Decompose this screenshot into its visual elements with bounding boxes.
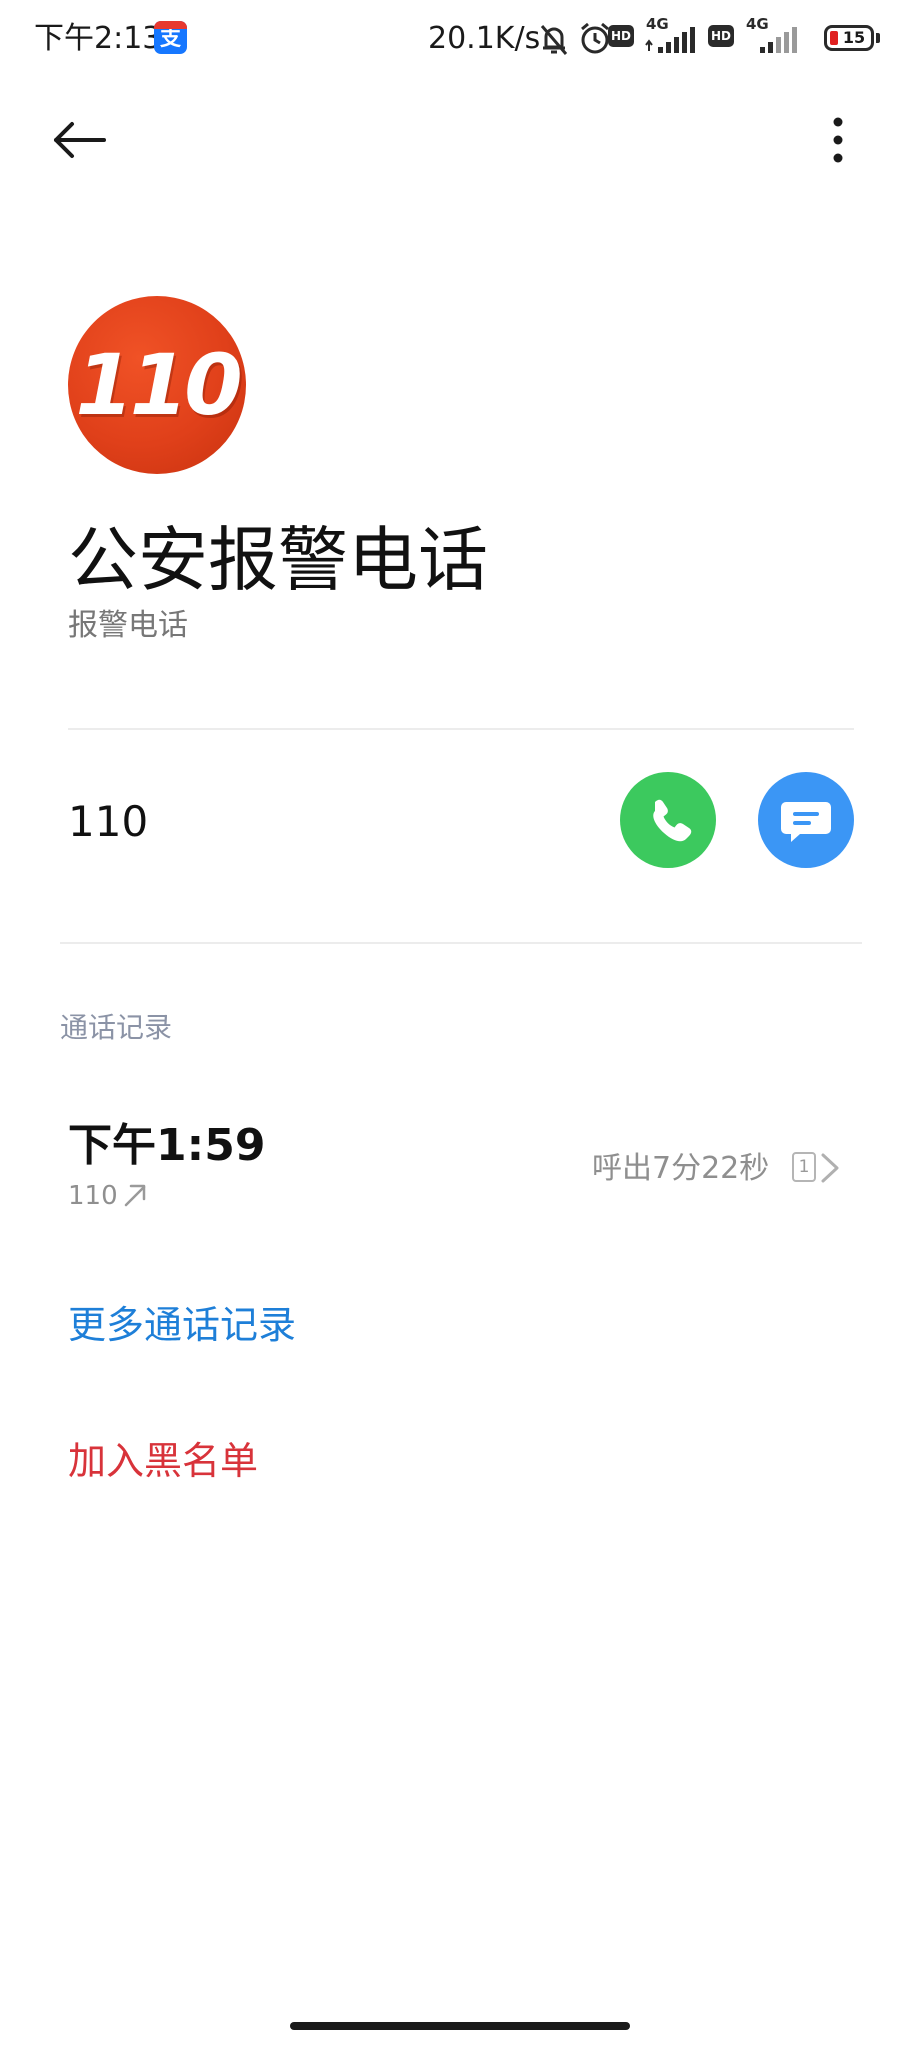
silent-bell-icon xyxy=(540,25,568,55)
message-icon xyxy=(781,802,831,842)
contact-label: 报警电话 xyxy=(68,608,188,643)
chevron-right-icon[interactable] xyxy=(818,1150,842,1186)
call-button[interactable] xyxy=(620,772,716,868)
call-log-title: 通话记录 xyxy=(60,1011,173,1044)
status-time: 下午2:13 xyxy=(34,21,162,56)
alarm-icon xyxy=(581,22,609,54)
phone-icon xyxy=(653,799,692,842)
signal-icon xyxy=(760,27,797,53)
more-vertical-icon[interactable] xyxy=(812,108,864,172)
log-time: 下午1:59 xyxy=(68,1120,266,1171)
hd-icon: HD xyxy=(608,25,634,47)
status-bar: 下午2:13 支 20.1K/s HD 4G HD 4G 15 xyxy=(0,0,921,78)
contact-name: 公安报警电话 xyxy=(68,519,488,601)
signal-icon xyxy=(645,27,695,53)
log-number: 110 xyxy=(68,1181,118,1211)
log-summary: 呼出7分22秒 xyxy=(592,1151,770,1186)
more-call-logs-link[interactable]: 更多通话记录 xyxy=(68,1300,296,1350)
add-to-blacklist-link[interactable]: 加入黑名单 xyxy=(68,1436,258,1486)
phone-number[interactable]: 110 xyxy=(68,794,148,850)
battery-icon: 15 xyxy=(824,25,874,51)
divider xyxy=(60,942,862,944)
sim-card-icon: 1 xyxy=(792,1152,816,1182)
hd-icon: HD xyxy=(708,25,734,47)
message-button[interactable] xyxy=(758,772,854,868)
avatar: 110 xyxy=(68,296,246,474)
outgoing-arrow-icon xyxy=(124,1184,146,1207)
battery-level: 15 xyxy=(842,28,866,47)
alipay-icon: 支 xyxy=(154,21,187,54)
divider xyxy=(68,728,854,730)
net-speed: 20.1K/s xyxy=(428,21,541,56)
back-arrow-icon[interactable] xyxy=(48,108,112,172)
home-indicator[interactable] xyxy=(290,2022,630,2030)
battery-cap xyxy=(876,33,880,43)
avatar-text: 110 xyxy=(75,336,242,434)
